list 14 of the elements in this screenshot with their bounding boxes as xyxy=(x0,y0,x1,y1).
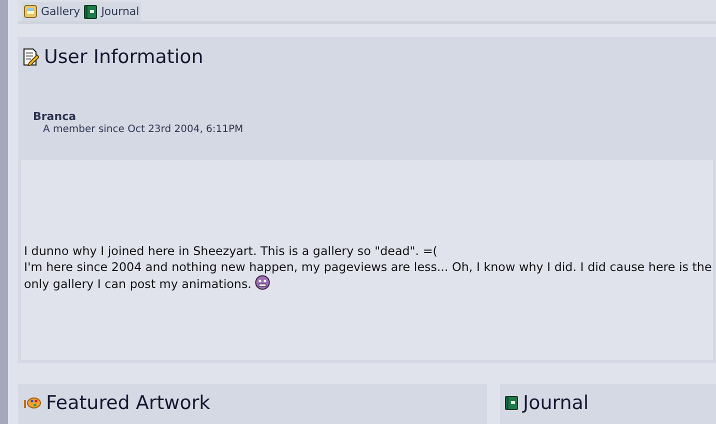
section-title: Journal xyxy=(523,391,589,416)
username: Branca xyxy=(33,110,78,123)
bio-text: I dunno why I joined here in Sheezyart. This is a gallery so "dead". =( I'm here since 2004 and nothing new happen, my pageviews are less... Oh, I know why I did. I did cause here is the only gallery I can post my animations. xyxy=(24,242,713,292)
member-since-text: A member since Oct 23rd 2004, 6:11PM xyxy=(43,122,244,136)
book-icon xyxy=(505,396,518,410)
section-title: Featured Artwork xyxy=(46,391,210,416)
picture-frame-icon xyxy=(24,5,37,18)
book-icon xyxy=(84,4,98,19)
nav-link[interactable]: Gallery xyxy=(22,2,82,22)
nav-link[interactable]: Journal xyxy=(82,2,142,22)
smiley-icon xyxy=(255,274,270,290)
palette-icon xyxy=(23,397,41,410)
section-title: User Information xyxy=(44,45,204,70)
document-pencil-icon xyxy=(23,48,39,66)
